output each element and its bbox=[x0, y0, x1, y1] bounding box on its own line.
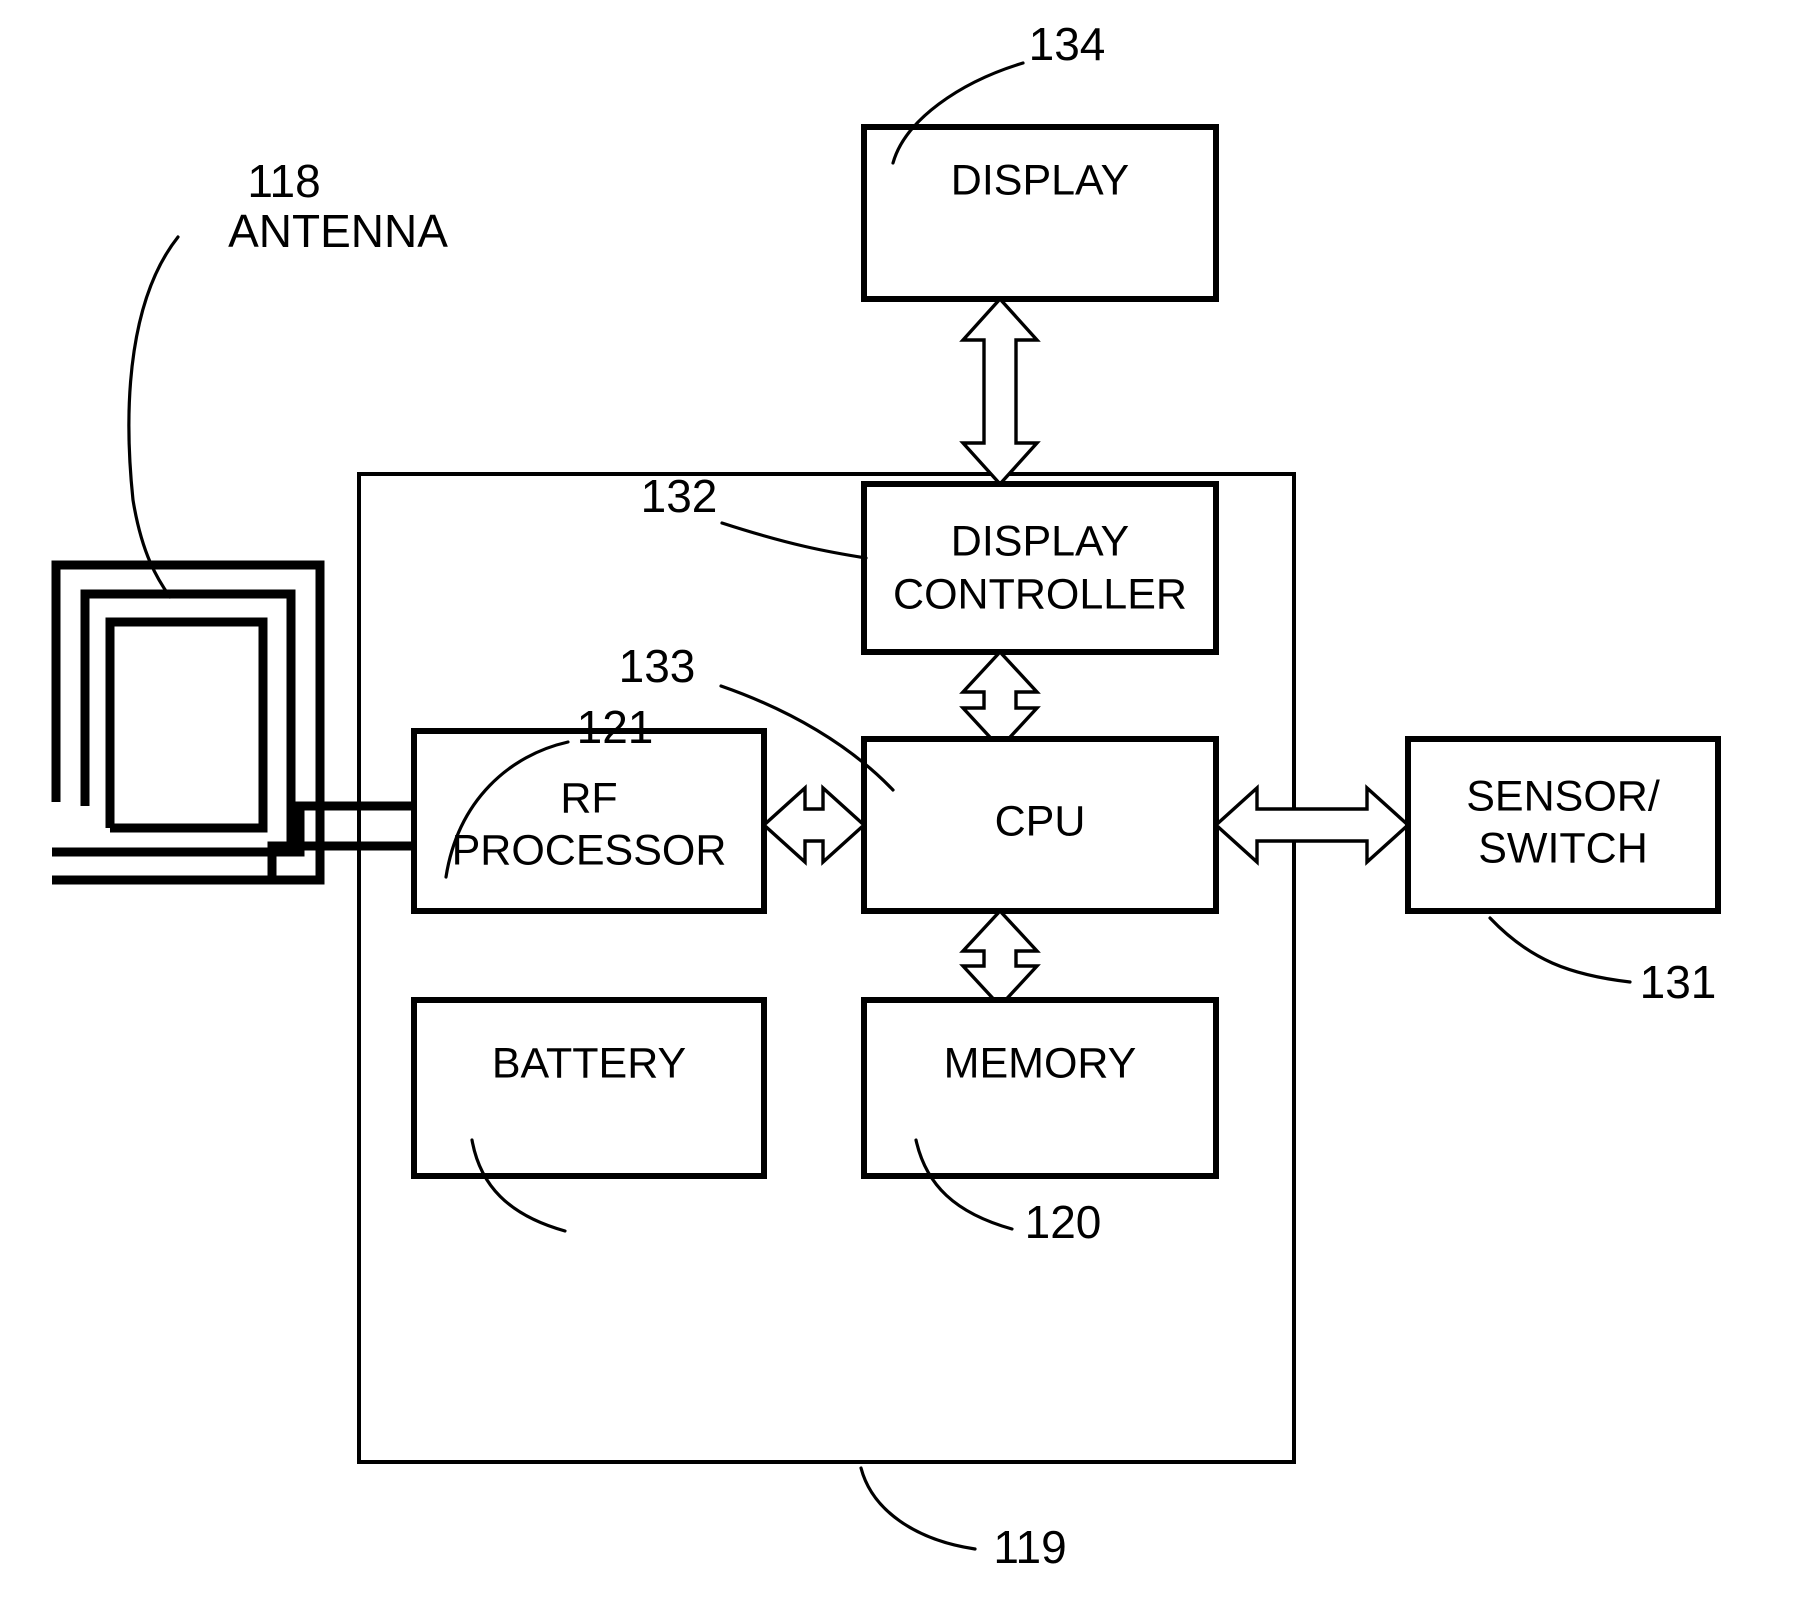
ref-numeral-118: 118 bbox=[247, 155, 320, 207]
cpu-label: CPU bbox=[995, 797, 1086, 845]
figure-canvas: 118 ANTENNA DISPLAY 134 DISPLAY CONTROLL… bbox=[0, 0, 1793, 1606]
arrow-cpu-to-display-controller bbox=[959, 649, 1041, 751]
antenna-coil-turn-middle bbox=[52, 589, 296, 857]
arrow-display-controller-to-display bbox=[959, 296, 1041, 487]
antenna-coil-turn-outer bbox=[51, 560, 325, 885]
display-box bbox=[861, 124, 1219, 302]
ref-numeral-132: 132 bbox=[641, 470, 718, 522]
rf-processor-label-line1: RF bbox=[560, 774, 617, 822]
arrow-rf-processor-to-cpu bbox=[761, 784, 867, 866]
enclosure-leader-line bbox=[859, 1466, 977, 1551]
antenna-label: ANTENNA bbox=[228, 205, 448, 257]
display-label: DISPLAY bbox=[951, 156, 1129, 204]
ref-numeral-133: 133 bbox=[619, 640, 696, 692]
sensor-switch-label-line2: SWITCH bbox=[1478, 824, 1648, 872]
ref-numeral-120: 120 bbox=[1025, 1196, 1102, 1248]
rf-processor-label-line2: PROCESSOR bbox=[452, 826, 727, 874]
sensor-switch-leader-line bbox=[1488, 916, 1632, 984]
block-diagram-svg: 118 ANTENNA DISPLAY 134 DISPLAY CONTROLL… bbox=[51, 18, 1721, 1573]
antenna-leader-line bbox=[127, 235, 180, 599]
display-controller-leader-line bbox=[720, 521, 868, 560]
ref-numeral-134: 134 bbox=[1029, 18, 1106, 70]
memory-label: MEMORY bbox=[944, 1039, 1137, 1087]
ref-numeral-121: 121 bbox=[577, 701, 654, 753]
display-controller-label-line1: DISPLAY bbox=[951, 517, 1129, 565]
battery-box bbox=[411, 997, 767, 1179]
ref-numeral-119: 119 bbox=[993, 1521, 1066, 1573]
antenna-coil-turn-inner bbox=[105, 617, 268, 833]
display-controller-box bbox=[861, 481, 1219, 655]
sensor-switch-label-line1: SENSOR/ bbox=[1466, 772, 1660, 820]
ref-numeral-131: 131 bbox=[1640, 956, 1717, 1008]
battery-label: BATTERY bbox=[492, 1039, 686, 1087]
arrow-cpu-to-memory bbox=[959, 908, 1041, 1009]
display-controller-label-line2: CONTROLLER bbox=[893, 570, 1187, 618]
memory-box bbox=[861, 997, 1219, 1179]
arrow-cpu-to-sensor-switch bbox=[1213, 784, 1411, 866]
